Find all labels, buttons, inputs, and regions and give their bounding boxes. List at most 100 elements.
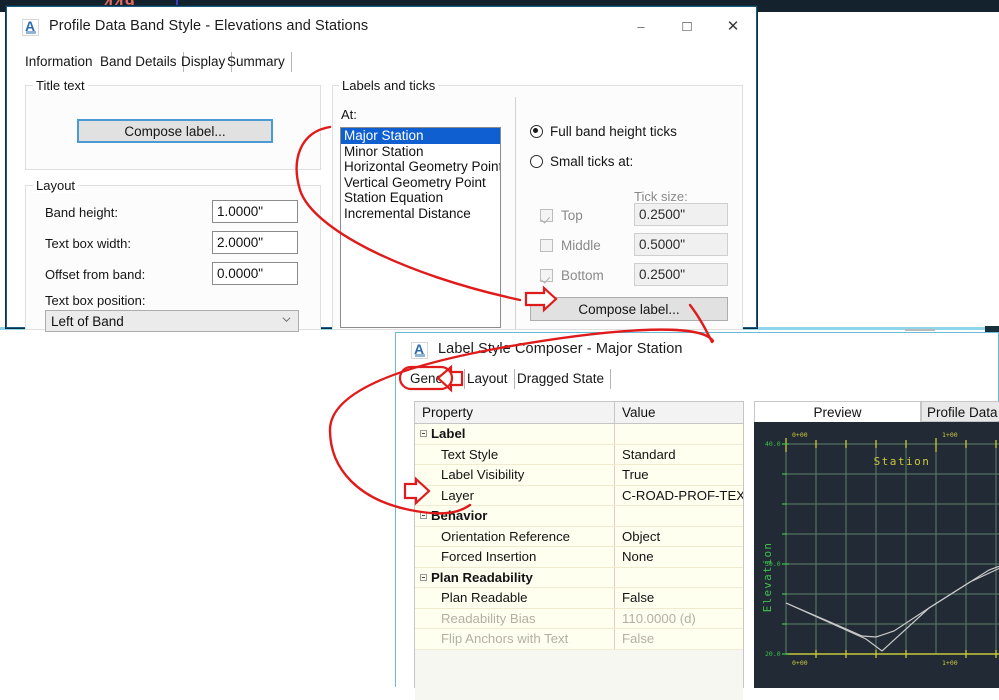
text-box-width-input[interactable]: 2.0000" [212,231,298,254]
chevron-down-icon [282,317,291,323]
table-row[interactable]: Plan Readable False [415,588,743,609]
radio-small-ticks-at[interactable] [530,155,543,168]
preview-canvas[interactable]: Station 0+00 1+00 0+00 1+00 40.0 30.0 20… [754,422,999,688]
dialog2-tabstrip: General Layout Dragged State [404,369,998,390]
list-item-vertical-geometry-point[interactable]: Vertical Geometry Point [341,175,500,191]
property-value [615,568,743,588]
profile-preview-drawing: Station 0+00 1+00 0+00 1+00 40.0 30.0 20… [761,431,999,667]
preview-station-title: Station [874,455,931,468]
preview-elevation-tick-top: 40.0 [765,440,781,448]
preview-station-tick-top-left: 0+00 [792,431,808,439]
tick-bottom-size-input[interactable]: 0.2500" [634,263,728,286]
labels-ticks-separator [515,97,516,329]
profile-data-band-style-dialog: A Profile Data Band Style - Elevations a… [6,6,757,332]
property-name: Layer [415,485,615,505]
band-height-input[interactable]: 1.0000" [212,200,298,223]
table-row-layer[interactable]: Layer C-ROAD-PROF-TEXT [415,485,743,506]
table-row[interactable]: Text Style Standard [415,444,743,465]
text-box-width-label: Text box width: [45,236,131,251]
background-marker-line [905,329,935,331]
full-band-height-ticks-radio-row[interactable]: Full band height ticks [530,124,677,139]
tick-middle-label: Middle [561,238,601,253]
offset-from-band-label: Offset from band: [45,267,146,282]
collapse-icon[interactable] [420,430,427,437]
property-grid-header: Property Value [415,402,743,424]
property-value[interactable]: C-ROAD-PROF-TEXT [615,486,743,506]
property-name: Flip Anchors with Text [415,629,615,649]
general-property-grid[interactable]: Property Value Label Text Style Standard… [414,401,744,700]
property-name: Behavior [431,508,488,523]
property-value[interactable]: False [615,588,743,608]
offset-from-band-input[interactable]: 0.0000" [212,262,298,285]
dialog1-titlebar[interactable]: A Profile Data Band Style - Elevations a… [7,7,756,45]
tab-preview[interactable]: Preview [754,401,921,422]
tick-middle-size-input[interactable]: 0.5000" [634,233,728,256]
tick-size-label: Tick size: [634,189,688,204]
tab-general[interactable]: General [404,369,466,389]
tab-information[interactable]: Information [19,52,100,72]
checkbox-tick-bottom[interactable] [540,269,553,282]
property-value[interactable]: None [615,547,743,567]
property-value [615,424,743,444]
table-row[interactable]: Label Visibility True [415,465,743,486]
checkbox-tick-middle[interactable] [540,239,553,252]
text-box-position-label: Text box position: [45,293,146,308]
band-height-label: Band height: [45,205,119,220]
tab-band-details[interactable]: Band Details [94,52,184,72]
property-name: Readability Bias [415,608,615,628]
property-name: Forced Insertion [415,547,615,567]
preview-grid [785,443,999,655]
minimize-button[interactable]: – [618,7,664,45]
autocad-civil3d-icon: A [411,341,428,359]
table-row: Flip Anchors with Text False [415,629,743,650]
preview-elevation-axis-label: Elevation [761,542,774,612]
at-label: At: [341,107,357,122]
property-value[interactable]: Object [615,527,743,547]
full-band-height-ticks-label: Full band height ticks [550,124,677,139]
table-row[interactable]: Plan Readability [415,567,743,588]
dialog1-window-buttons: – □ ✕ [618,7,756,45]
preview-station-tick-top-right: 1+00 [942,431,958,439]
list-item-station-equation[interactable]: Station Equation [341,190,500,206]
tick-bottom-row[interactable]: Bottom [540,268,604,283]
labels-compose-label-button[interactable]: Compose label... [530,297,728,321]
table-row[interactable]: Forced Insertion None [415,547,743,568]
list-item-incremental-distance[interactable]: Incremental Distance [341,206,500,222]
property-name: Label Visibility [415,465,615,485]
list-item-horizontal-geometry-point[interactable]: Horizontal Geometry Point [341,159,500,175]
tab-summary[interactable]: Summary [221,52,292,72]
preview-tabstrip: Preview Profile Data B [754,401,999,441]
maximize-button[interactable]: □ [664,7,710,45]
tab-profile-data-band[interactable]: Profile Data B [921,401,999,441]
dialog2-title: Label Style Composer - Major Station [438,341,683,357]
dialog2-titlebar[interactable]: A Label Style Composer - Major Station [396,333,998,366]
property-value[interactable]: True [615,465,743,485]
property-name: Plan Readable [415,588,615,608]
table-row[interactable]: Orientation Reference Object [415,526,743,547]
collapse-icon[interactable] [420,573,427,581]
labels-and-ticks-group-label: Labels and ticks [339,78,439,93]
table-row[interactable]: Behavior [415,506,743,527]
radio-full-band-height-ticks[interactable] [530,125,543,138]
property-value [615,506,743,526]
table-row[interactable]: Label [415,424,743,445]
checkbox-tick-top[interactable] [540,209,553,222]
tick-middle-row[interactable]: Middle [540,238,601,253]
text-box-position-select[interactable]: Left of Band [45,310,299,332]
tab-dragged-state[interactable]: Dragged State [511,369,612,389]
station-ticks [785,438,997,658]
property-value[interactable]: Standard [615,445,743,465]
list-item-minor-station[interactable]: Minor Station [341,144,500,160]
tick-top-label: Top [561,208,583,223]
close-button[interactable]: ✕ [710,7,756,45]
tick-top-row[interactable]: Top [540,208,583,223]
tick-top-size-input[interactable]: 0.2500" [634,203,728,226]
list-item-major-station[interactable]: Major Station [341,128,500,144]
property-value: False [622,631,655,646]
small-ticks-radio-row[interactable]: Small ticks at: [530,154,633,169]
column-header-property: Property [415,402,615,423]
tab-layout[interactable]: Layout [461,369,515,389]
labels-at-listbox[interactable]: Major Station Minor Station Horizontal G… [340,127,501,328]
title-compose-label-button[interactable]: Compose label... [77,119,273,143]
collapse-icon[interactable] [420,512,427,519]
